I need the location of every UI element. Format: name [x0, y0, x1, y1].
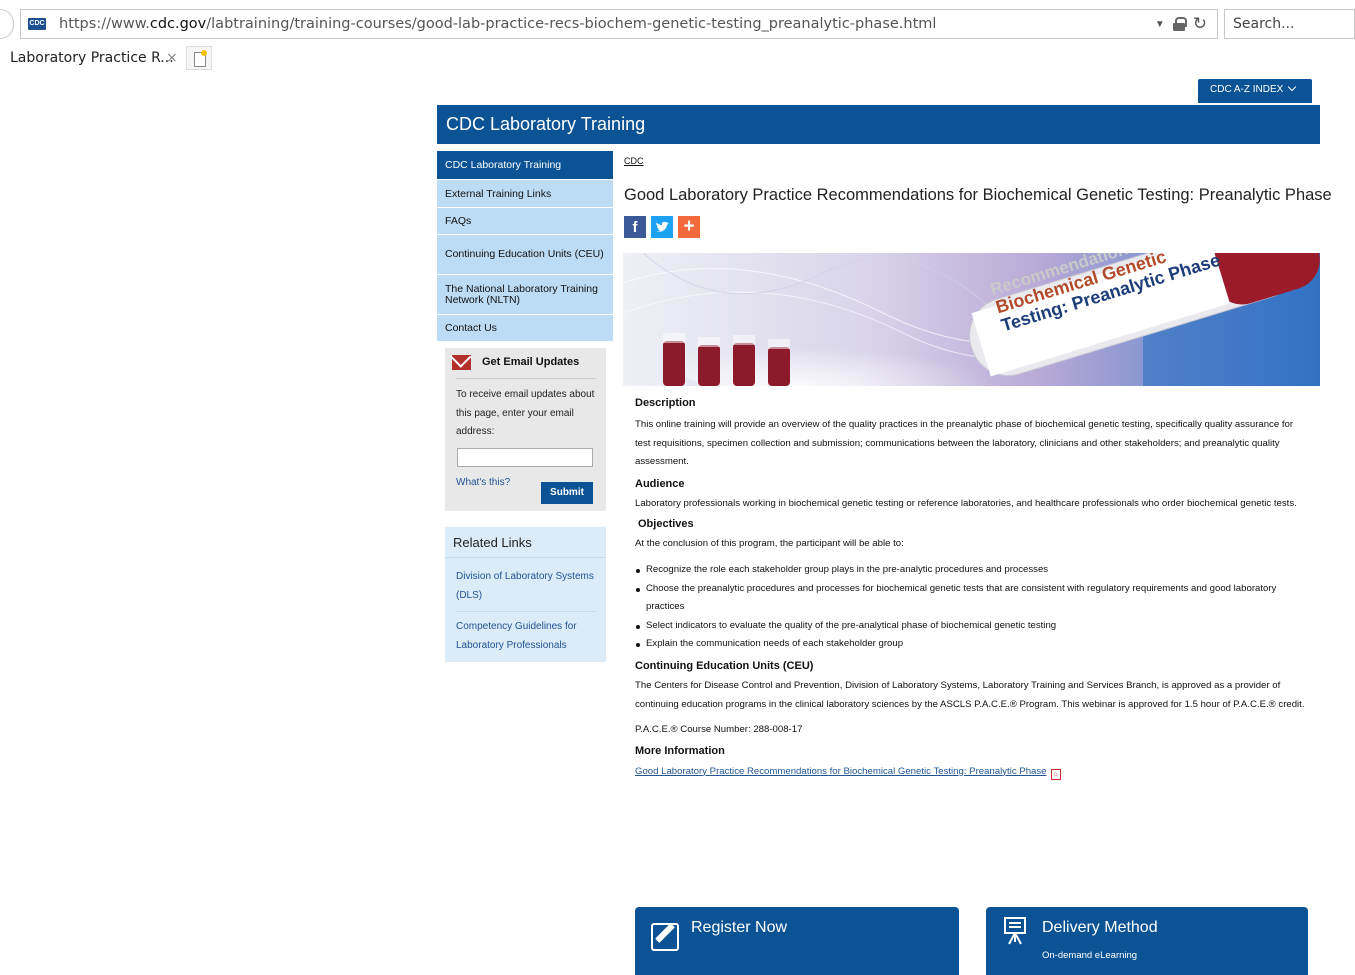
- list-item: Explain the communication needs of each …: [635, 635, 1310, 654]
- whats-this-link[interactable]: What's this?: [456, 477, 510, 488]
- refresh-icon[interactable]: ↻: [1193, 14, 1207, 34]
- description-heading: Description: [635, 397, 696, 409]
- nav-item-ceu[interactable]: Continuing Education Units (CEU): [437, 235, 613, 275]
- email-updates-title: Get Email Updates: [482, 356, 580, 368]
- hero-banner-image: Recommendations for Biochemical Genetic …: [623, 253, 1320, 386]
- pace-course-number: P.A.C.E.® Course Number: 288-008-17: [635, 724, 803, 736]
- divider: [456, 378, 596, 379]
- email-updates-box: Get Email Updates To receive email updat…: [445, 348, 606, 511]
- pdf-icon[interactable]: ⌂: [1050, 768, 1061, 780]
- share-plus-icon[interactable]: +: [678, 216, 700, 238]
- nav-item-contact-us[interactable]: Contact Us: [437, 315, 613, 342]
- site-header: CDC Laboratory Training: [437, 105, 1320, 144]
- tab-bar: Laboratory Practice R... ×: [0, 46, 1355, 72]
- cdc-az-index-button[interactable]: CDC A-Z INDEX: [1198, 79, 1312, 103]
- browser-address-bar: CDC https://www.cdc.gov/labtraining/trai…: [0, 0, 1355, 46]
- browser-search-input[interactable]: Search...: [1224, 9, 1355, 39]
- social-share: f +: [624, 216, 700, 238]
- facebook-icon[interactable]: f: [624, 216, 646, 238]
- related-links-title: Related Links: [453, 535, 532, 550]
- envelope-icon: [452, 355, 471, 370]
- ceu-heading: Continuing Education Units (CEU): [635, 659, 814, 672]
- more-information-heading: More Information: [635, 744, 725, 757]
- new-tab-button[interactable]: [186, 46, 212, 70]
- related-link-dls[interactable]: Division of Laboratory Systems (DLS): [456, 568, 596, 612]
- back-button[interactable]: [0, 9, 14, 39]
- breadcrumb[interactable]: CDC: [624, 156, 644, 166]
- edit-icon: [651, 923, 679, 951]
- delivery-method-value: On-demand eLearning: [1042, 950, 1138, 961]
- ceu-text: The Centers for Disease Control and Prev…: [635, 679, 1305, 710]
- description-text: This online training will provide an ove…: [635, 419, 1294, 468]
- list-item: Select indicators to evaluate the qualit…: [635, 617, 1310, 636]
- nav-item-external-training-links[interactable]: External Training Links: [437, 180, 613, 208]
- divider: [445, 557, 606, 558]
- tab-title: Laboratory Practice R...: [10, 50, 174, 66]
- site-title[interactable]: CDC Laboratory Training: [446, 114, 645, 134]
- audience-heading: Audience: [635, 477, 685, 490]
- email-updates-text: To receive email updates about this page…: [456, 389, 595, 437]
- presentation-icon: [1003, 916, 1027, 946]
- audience-text: Laboratory professionals working in bioc…: [635, 497, 1297, 509]
- nav-item-nltn[interactable]: The National Laboratory Training Network…: [437, 275, 613, 315]
- left-navigation: CDC Laboratory Training External Trainin…: [437, 151, 613, 342]
- delivery-method-card: Delivery Method On-demand eLearning: [986, 907, 1308, 975]
- url-field[interactable]: CDC https://www.cdc.gov/labtraining/trai…: [20, 9, 1218, 39]
- list-item: Recognize the role each stakeholder grou…: [635, 561, 1310, 580]
- related-links-box: Related Links Division of Laboratory Sys…: [445, 527, 606, 662]
- main-content: Description This online training will pr…: [635, 396, 1310, 781]
- tab-close-icon[interactable]: ×: [166, 50, 178, 66]
- url-text: https://www.cdc.gov/labtraining/training…: [59, 16, 937, 32]
- chevron-down-icon: [1288, 82, 1297, 92]
- browser-tab[interactable]: Laboratory Practice R... ×: [0, 46, 184, 72]
- related-link-competency-guidelines[interactable]: Competency Guidelines for Laboratory Pro…: [456, 618, 596, 661]
- nav-item-faqs[interactable]: FAQs: [437, 208, 613, 235]
- lock-icon[interactable]: [1172, 17, 1187, 31]
- dropdown-arrow-icon[interactable]: ▼: [1155, 19, 1165, 30]
- submit-button[interactable]: Submit: [541, 482, 593, 504]
- register-now-label: Register Now: [691, 919, 788, 936]
- twitter-icon[interactable]: [651, 216, 673, 238]
- email-field[interactable]: [457, 448, 593, 467]
- objectives-heading: Objectives: [638, 518, 694, 531]
- cdc-favicon-icon: CDC: [28, 18, 46, 30]
- register-now-card[interactable]: Register Now: [635, 907, 959, 975]
- objectives-intro: At the conclusion of this program, the p…: [635, 538, 904, 550]
- page-title: Good Laboratory Practice Recommendations…: [624, 186, 1332, 204]
- more-information-link[interactable]: Good Laboratory Practice Recommendations…: [635, 766, 1047, 777]
- delivery-method-title: Delivery Method: [1042, 919, 1158, 936]
- objectives-list: Recognize the role each stakeholder grou…: [635, 561, 1310, 654]
- nav-item-cdc-laboratory-training[interactable]: CDC Laboratory Training: [437, 151, 613, 180]
- list-item: Choose the preanalytic procedures and pr…: [635, 580, 1310, 617]
